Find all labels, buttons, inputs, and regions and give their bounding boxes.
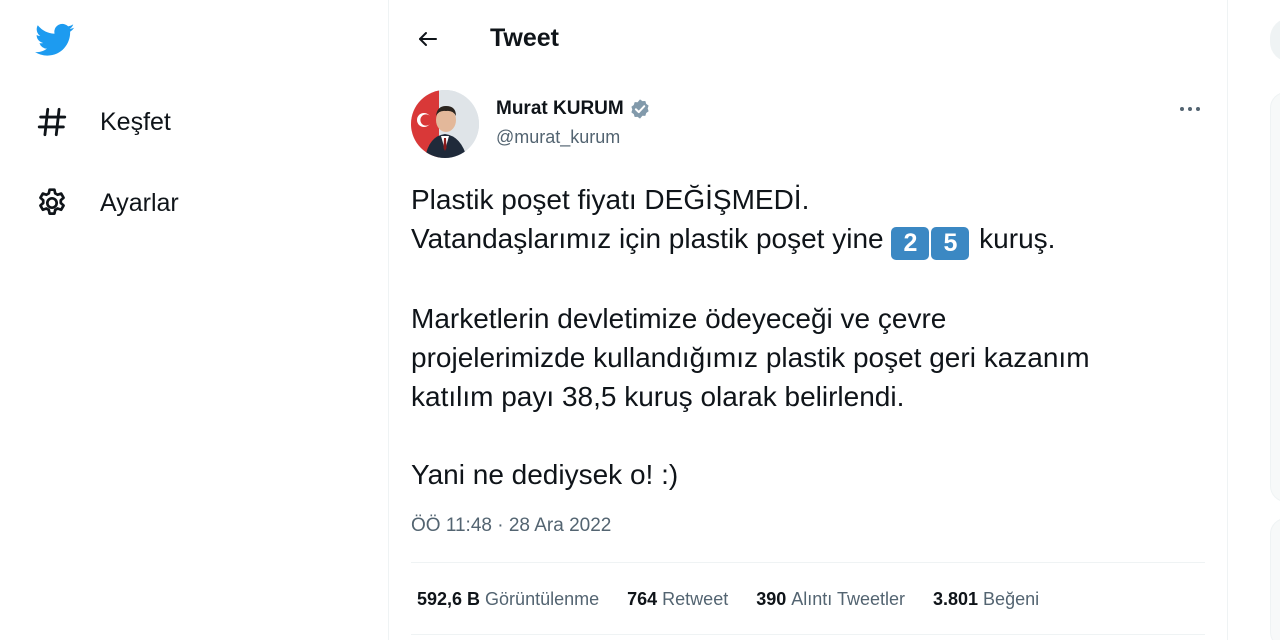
gear-icon: [34, 185, 70, 221]
suggestions-panel: [1270, 518, 1280, 640]
tweet-text-line: Yani ne dediysek o! :): [411, 459, 679, 490]
views-label: Görüntülenme: [485, 589, 600, 609]
sidebar-item-explore[interactable]: Keşfet: [34, 100, 171, 144]
retweets-count: 764: [627, 589, 658, 609]
avatar[interactable]: [411, 90, 479, 158]
tweet-text-line: Marketlerin devletimize ödeyeceği ve çev…: [411, 303, 947, 334]
quotes-label: Alıntı Tweetler: [791, 589, 905, 609]
page-header: Tweet: [389, 0, 1227, 78]
author-handle[interactable]: @murat_kurum: [496, 127, 620, 148]
likes-label: Beğeni: [983, 589, 1040, 609]
retweets-label: Retweet: [662, 589, 729, 609]
main-column: Tweet Murat KURUM @murat_kurum Plastik p…: [388, 0, 1228, 640]
likes-stat[interactable]: 3.801 Beğeni: [933, 589, 1039, 610]
page-title: Tweet: [490, 24, 559, 52]
quotes-stat[interactable]: 390 Alıntı Tweetler: [756, 589, 905, 610]
tweet-text-line: katılım payı 38,5 kuruş olarak belirlend…: [411, 381, 905, 412]
divider: [411, 562, 1205, 563]
sidebar-item-label: Keşfet: [100, 107, 171, 136]
back-button[interactable]: [411, 22, 445, 56]
back-arrow-icon: [419, 32, 437, 46]
keycap-emoji: 5: [931, 227, 970, 260]
tweet-stats: 592,6 B Görüntülenme 764 Retweet 390 Alıntı…: [417, 589, 1067, 610]
tweet-text-line: projelerimizde kullandığımız plastik poş…: [411, 342, 1090, 373]
retweets-stat[interactable]: 764 Retweet: [627, 589, 728, 610]
sidebar-item-settings[interactable]: Ayarlar: [34, 181, 179, 225]
views-stat: 592,6 B Görüntülenme: [417, 589, 599, 610]
tweet-text-segment: kuruş.: [979, 223, 1056, 254]
verified-badge-icon: [629, 98, 651, 120]
tweet-text-line: Plastik poşet fiyatı DEĞİŞMEDİ.: [411, 184, 810, 215]
author-name[interactable]: Murat KURUM: [496, 98, 624, 120]
tweet-author: Murat KURUM @murat_kurum: [411, 90, 1205, 160]
more-horizontal-icon: [1180, 107, 1200, 111]
quotes-count: 390: [756, 589, 787, 609]
divider: [411, 634, 1205, 635]
tweet-text-line: Vatandaşlarımız için plastik poşet yine …: [411, 219, 1201, 260]
search-input[interactable]: [1270, 18, 1280, 62]
tweet-text: Plastik poşet fiyatı DEĞİŞMEDİ. Vatandaş…: [411, 180, 1201, 494]
hashtag-icon: [34, 104, 70, 140]
views-count: 592,6 B: [417, 589, 481, 609]
right-sidebar: [1228, 0, 1280, 640]
keycap-emoji: 2: [891, 227, 930, 260]
tweet-timestamp[interactable]: ÖÖ 11:48 · 28 Ara 2022: [411, 515, 611, 537]
twitter-bird-icon[interactable]: [33, 20, 77, 60]
more-options-button[interactable]: [1175, 96, 1205, 122]
likes-count: 3.801: [933, 589, 979, 609]
sidebar-item-label: Ayarlar: [100, 188, 179, 217]
left-sidebar: Keşfet Ayarlar: [0, 0, 388, 640]
trends-panel: [1270, 92, 1280, 502]
tweet-text-segment: Vatandaşlarımız için plastik poşet yine: [411, 223, 884, 254]
author-name-row: Murat KURUM: [496, 98, 651, 120]
